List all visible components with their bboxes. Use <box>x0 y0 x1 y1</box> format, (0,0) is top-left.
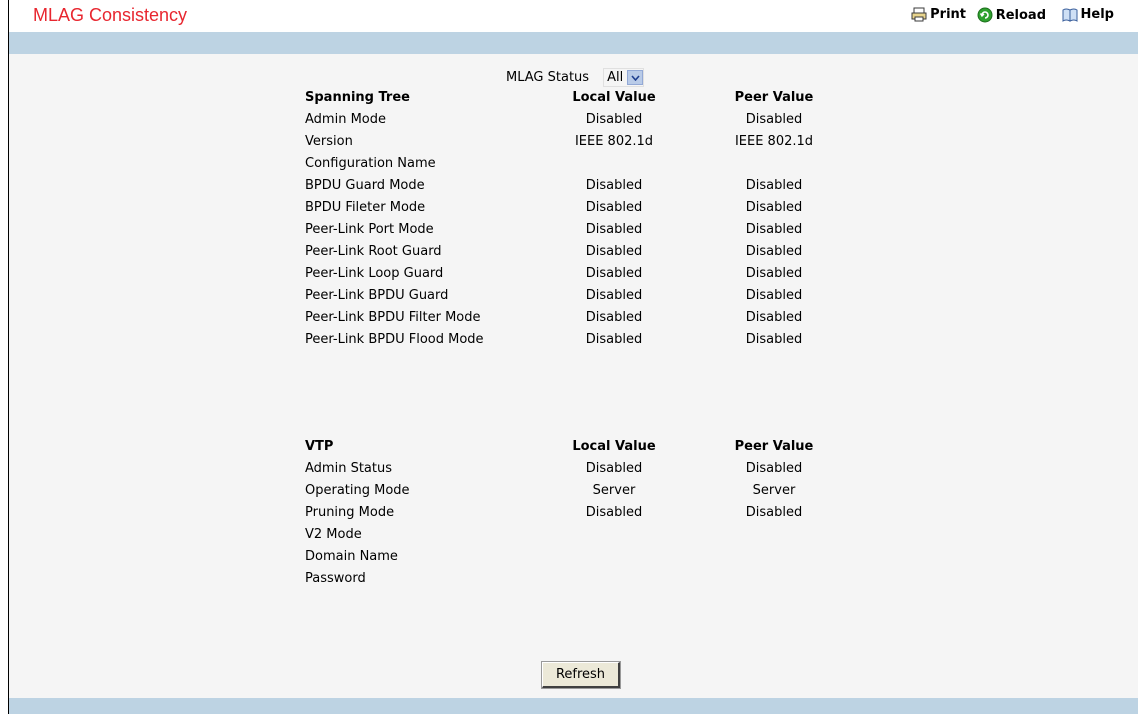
printer-icon <box>911 7 927 22</box>
row-label: Admin Mode <box>305 112 386 127</box>
table-header-row: VTP Local Value Peer Value <box>9 439 1138 461</box>
peer-value: Disabled <box>745 266 803 281</box>
peer-value: Disabled <box>745 505 803 520</box>
peer-value: Server <box>752 483 796 498</box>
row-label: Peer-Link Root Guard <box>305 244 442 259</box>
local-value: Disabled <box>585 310 643 325</box>
table-row: Peer-Link Port Mode Disabled Disabled <box>9 222 1138 244</box>
help-label: Help <box>1080 7 1114 22</box>
table-row: Peer-Link BPDU Guard Disabled Disabled <box>9 288 1138 310</box>
row-label: Configuration Name <box>305 156 436 171</box>
local-value: Disabled <box>585 200 643 215</box>
peer-value: Disabled <box>745 461 803 476</box>
chevron-down-icon[interactable] <box>627 70 644 85</box>
page-title: MLAG Consistency <box>33 5 188 25</box>
row-label: Peer-Link BPDU Guard <box>305 288 449 303</box>
row-label: BPDU Guard Mode <box>305 178 425 193</box>
local-value: Disabled <box>585 244 643 259</box>
row-label: Pruning Mode <box>305 505 395 520</box>
table-row: Admin Mode Disabled Disabled <box>9 112 1138 134</box>
peer-value: Disabled <box>745 178 803 193</box>
table-header-row: Spanning Tree Local Value Peer Value <box>9 90 1138 112</box>
local-value-heading: Local Value <box>572 90 656 105</box>
local-value: Disabled <box>585 112 643 127</box>
local-value: Disabled <box>585 222 643 237</box>
section-heading: Spanning Tree <box>305 90 410 105</box>
table-row: Domain Name <box>9 549 1138 571</box>
table-row: Peer-Link BPDU Filter Mode Disabled Disa… <box>9 310 1138 332</box>
row-label: Admin Status <box>305 461 392 476</box>
header-separator-band <box>9 32 1138 54</box>
row-label: V2 Mode <box>305 527 362 542</box>
peer-value: Disabled <box>745 112 803 127</box>
peer-value: Disabled <box>745 244 803 259</box>
table-row: Admin Status Disabled Disabled <box>9 461 1138 483</box>
mlag-status-filter: MLAG Status All <box>506 68 645 87</box>
row-label: Peer-Link Loop Guard <box>305 266 444 281</box>
row-label: Domain Name <box>305 549 398 564</box>
peer-value: Disabled <box>745 332 803 347</box>
peer-value: Disabled <box>745 200 803 215</box>
mlag-status-label: MLAG Status <box>506 70 590 85</box>
print-label: Print <box>930 7 966 22</box>
reload-link[interactable]: Reload <box>977 7 1046 23</box>
peer-value-heading: Peer Value <box>734 90 814 105</box>
mlag-status-select[interactable]: All <box>603 68 645 87</box>
page-header: MLAG Consistency Print Reload Help <box>9 0 1138 32</box>
table-row: V2 Mode <box>9 527 1138 549</box>
refresh-button[interactable]: Refresh <box>541 661 621 689</box>
peer-value: IEEE 802.1d <box>734 134 814 149</box>
row-label: Peer-Link BPDU Filter Mode <box>305 310 481 325</box>
reload-label: Reload <box>995 7 1046 23</box>
row-label: Peer-Link BPDU Flood Mode <box>305 332 484 347</box>
local-value-heading: Local Value <box>572 439 656 454</box>
local-value: Server <box>592 483 636 498</box>
local-value: Disabled <box>585 332 643 347</box>
local-value: Disabled <box>585 461 643 476</box>
footer-band <box>9 698 1138 714</box>
peer-value: Disabled <box>745 222 803 237</box>
table-row: BPDU Fileter Mode Disabled Disabled <box>9 200 1138 222</box>
peer-value: Disabled <box>745 288 803 303</box>
local-value: Disabled <box>585 266 643 281</box>
local-value: IEEE 802.1d <box>574 134 654 149</box>
peer-value-heading: Peer Value <box>734 439 814 454</box>
help-book-icon <box>1062 8 1078 22</box>
row-label: Operating Mode <box>305 483 410 498</box>
table-row: Operating Mode Server Server <box>9 483 1138 505</box>
table-row: Configuration Name <box>9 156 1138 178</box>
help-link[interactable]: Help <box>1062 7 1114 22</box>
table-row: Peer-Link Loop Guard Disabled Disabled <box>9 266 1138 288</box>
local-value: Disabled <box>585 288 643 303</box>
mlag-consistency-page: MLAG Consistency Print Reload Help MLAG … <box>8 0 1138 714</box>
table-row: Version IEEE 802.1d IEEE 802.1d <box>9 134 1138 156</box>
row-label: Password <box>305 571 366 586</box>
local-value: Disabled <box>585 505 643 520</box>
reload-icon <box>977 7 993 23</box>
row-label: BPDU Fileter Mode <box>305 200 426 215</box>
table-row: Pruning Mode Disabled Disabled <box>9 505 1138 527</box>
main-content: MLAG Status All Spanning Tree Local Valu… <box>9 54 1138 698</box>
row-label: Version <box>305 134 353 149</box>
table-row: Peer-Link Root Guard Disabled Disabled <box>9 244 1138 266</box>
row-label: Peer-Link Port Mode <box>305 222 434 237</box>
peer-value: Disabled <box>745 310 803 325</box>
print-link[interactable]: Print <box>911 7 966 22</box>
table-row: Peer-Link BPDU Flood Mode Disabled Disab… <box>9 332 1138 354</box>
local-value: Disabled <box>585 178 643 193</box>
section-heading: VTP <box>305 439 334 454</box>
table-row: Password <box>9 571 1138 593</box>
table-row: BPDU Guard Mode Disabled Disabled <box>9 178 1138 200</box>
mlag-status-selected: All <box>607 70 624 85</box>
